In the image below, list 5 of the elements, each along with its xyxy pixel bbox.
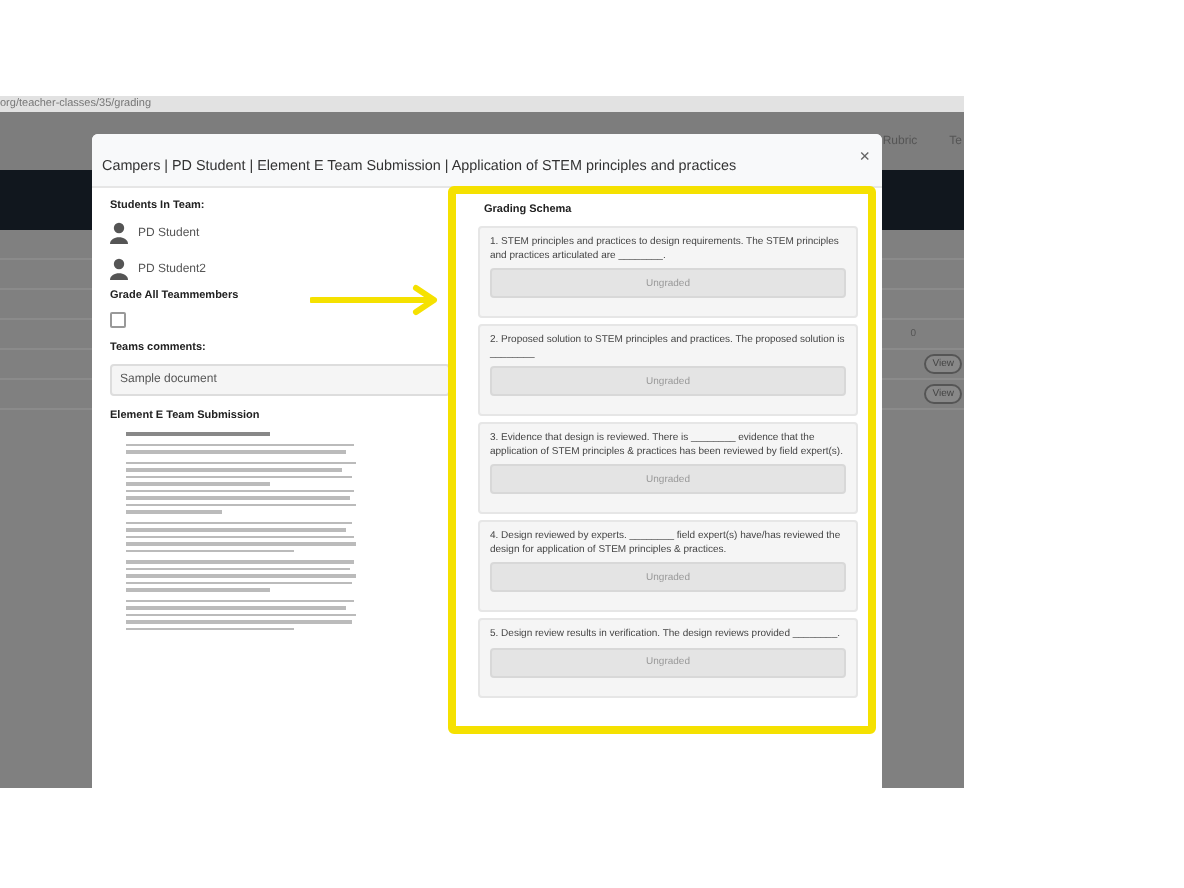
checkbox[interactable]	[110, 312, 126, 328]
user-icon	[110, 222, 128, 244]
annotation-arrow	[310, 285, 437, 315]
close-button[interactable]: ×	[859, 146, 870, 166]
user-icon	[110, 258, 128, 280]
